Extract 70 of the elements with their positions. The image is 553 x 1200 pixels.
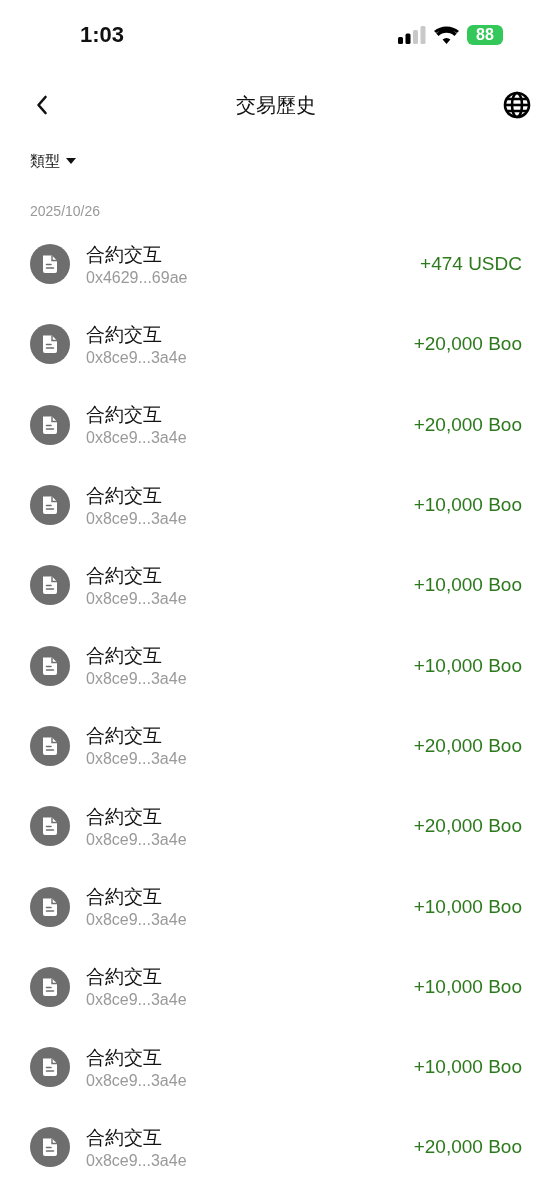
document-icon: [30, 404, 70, 445]
document-icon: [30, 725, 70, 766]
transaction-address: 0x8ce9...3a4e: [86, 670, 188, 689]
transaction-row[interactable]: 合約交互 0x8ce9...3a4e +10,000 Boo: [0, 1026, 553, 1108]
document-icon: [30, 966, 70, 1007]
transaction-title: 合約交互: [86, 483, 163, 508]
transaction-address: 0x8ce9...3a4e: [86, 750, 188, 769]
document-icon: [30, 1127, 70, 1168]
document-icon: [30, 565, 70, 606]
transaction-address: 0x8ce9...3a4e: [86, 991, 188, 1010]
transaction-address: 0x8ce9...3a4e: [86, 1071, 188, 1090]
page-title: 交易歷史: [235, 92, 316, 118]
transaction-amount: +474 USDC: [420, 253, 522, 276]
transaction-title: 合約交互: [86, 965, 163, 990]
transaction-amount: +20,000 Boo: [413, 815, 522, 838]
globe-icon[interactable]: [503, 91, 531, 119]
transaction-title: 合約交互: [86, 242, 163, 267]
status-time: 1:03: [80, 21, 125, 48]
transaction-row[interactable]: 合約交互 0x8ce9...3a4e +10,000 Boo: [0, 946, 553, 1027]
transaction-row[interactable]: 合約交互 0x8ce9...3a4e +20,000 Boo: [0, 304, 553, 385]
transaction-address: 0x8ce9...3a4e: [86, 830, 188, 849]
back-icon[interactable]: [36, 95, 48, 115]
transaction-row[interactable]: 合約交互 0x8ce9...3a4e +20,000 Boo: [0, 786, 553, 867]
transaction-amount: +10,000 Boo: [413, 574, 522, 597]
transaction-amount: +10,000 Boo: [413, 975, 522, 998]
transaction-address: 0x4629...69ae: [86, 268, 189, 287]
transaction-title: 合約交互: [86, 563, 163, 588]
transaction-amount: +10,000 Boo: [413, 654, 522, 677]
document-icon: [30, 886, 70, 927]
transaction-row[interactable]: 合約交互 0x4629...69ae +474 USDC: [0, 224, 553, 305]
transaction-address: 0x8ce9...3a4e: [86, 589, 188, 608]
transaction-title: 合約交互: [86, 403, 163, 428]
date-label: 2025/10/26: [30, 203, 102, 221]
transaction-amount: +20,000 Boo: [413, 333, 522, 356]
caret-icon: [66, 157, 76, 165]
transaction-title: 合約交互: [86, 1045, 163, 1070]
transaction-address: 0x8ce9...3a4e: [86, 429, 188, 448]
transaction-amount: +20,000 Boo: [413, 1136, 522, 1159]
transaction-title: 合約交互: [86, 885, 163, 909]
transaction-title: 合約交互: [86, 804, 163, 829]
transaction-amount: +10,000 Boo: [413, 494, 522, 517]
document-icon: [30, 324, 70, 365]
transaction-title: 合約交互: [86, 1125, 163, 1150]
document-icon: [30, 485, 70, 526]
transaction-row[interactable]: 合約交互 0x8ce9...3a4e +10,000 Boo: [0, 545, 553, 626]
transaction-row[interactable]: 合約交互 0x8ce9...3a4e +10,000 Boo: [0, 625, 553, 706]
document-icon: [30, 806, 70, 847]
transaction-amount: +20,000 Boo: [413, 734, 522, 757]
transaction-title: 合約交互: [86, 322, 163, 347]
transaction-amount: +10,000 Boo: [413, 895, 522, 918]
transaction-amount: +10,000 Boo: [413, 1056, 522, 1079]
transaction-row[interactable]: 合約交互 0x8ce9...3a4e +10,000 Boo: [0, 464, 553, 546]
wifi-icon: [434, 25, 459, 44]
type-filter[interactable]: 類型: [30, 149, 76, 173]
battery-level: 88: [476, 25, 494, 44]
transaction-address: 0x8ce9...3a4e: [86, 348, 188, 367]
document-icon: [30, 1047, 70, 1088]
transaction-address: 0x8ce9...3a4e: [86, 1151, 188, 1170]
transaction-row[interactable]: 合約交互 0x8ce9...3a4e +20,000 Boo: [0, 705, 553, 787]
document-icon: [30, 645, 70, 686]
document-icon: [30, 244, 70, 285]
transaction-title: 合約交互: [86, 724, 163, 749]
transaction-title: 合約交互: [86, 644, 163, 669]
signal-icon: [398, 25, 426, 44]
transaction-row[interactable]: 合約交互 0x8ce9...3a4e +10,000 Boo: [0, 866, 553, 947]
transaction-amount: +20,000 Boo: [413, 413, 522, 436]
transaction-row[interactable]: 合約交互 0x8ce9...3a4e +20,000 Boo: [0, 384, 553, 465]
transaction-row[interactable]: 合約交互 0x8ce9...3a4e +20,000 Boo: [0, 1107, 553, 1188]
transaction-address: 0x8ce9...3a4e: [86, 911, 188, 929]
transaction-address: 0x8ce9...3a4e: [86, 509, 188, 528]
